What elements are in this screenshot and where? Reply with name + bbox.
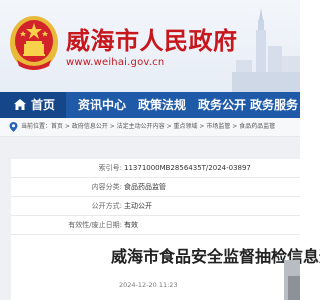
site-url: www.weihai.gov.cn — [66, 57, 165, 68]
nav-home-label: 首页 — [31, 98, 56, 112]
info-label: 有效性/废止日期: — [68, 221, 122, 229]
nav-home[interactable]: 首页 — [0, 92, 66, 118]
main-nav: 首页 资讯中心 政策法规 政务公开 政务服务 — [0, 92, 300, 118]
nav-news-center[interactable]: 资讯中心 — [78, 92, 126, 118]
info-row-index-number: 索引号: 11371000MB2856435T/2024-03897 — [11, 159, 300, 178]
info-label: 索引号: — [98, 164, 122, 172]
nav-government-services[interactable]: 政务服务 — [250, 92, 298, 118]
breadcrumb: 当前位置：首页 > 政府信息公开 > 法定主动公开内容 > 重点领域 > 市场监… — [0, 118, 300, 137]
home-icon — [14, 99, 26, 110]
info-value: 11371000MB2856435T/2024-03897 — [124, 164, 251, 172]
location-pin-icon — [9, 122, 18, 132]
site-header: 威海市人民政府 www.weihai.gov.cn — [0, 0, 300, 92]
info-value: 食品药品监管 — [124, 183, 166, 191]
breadcrumb-text[interactable]: 当前位置：首页 > 政府信息公开 > 法定主动公开内容 > 重点领域 > 市场监… — [21, 118, 275, 136]
side-panel-inner — [288, 276, 300, 300]
publish-date: 2024-12-20 11:23 — [119, 281, 178, 289]
info-row-content-category: 内容分类: 食品药品监管 — [11, 178, 300, 197]
site-title[interactable]: 威海市人民政府 — [66, 28, 238, 54]
national-emblem-icon — [10, 16, 58, 70]
info-label: 公开方式: — [91, 202, 122, 210]
info-label: 内容分类: — [91, 183, 122, 191]
city-skyline-graphic — [232, 8, 300, 92]
nav-government-affairs-public[interactable]: 政务公开 — [198, 92, 246, 118]
nav-policies[interactable]: 政策法规 — [138, 92, 186, 118]
info-row-disclosure-method: 公开方式: 主动公开 — [11, 197, 300, 216]
info-value: 主动公开 — [124, 202, 152, 210]
info-value: 有效 — [124, 221, 138, 229]
info-row-validity: 有效性/废止日期: 有效 — [11, 216, 300, 235]
